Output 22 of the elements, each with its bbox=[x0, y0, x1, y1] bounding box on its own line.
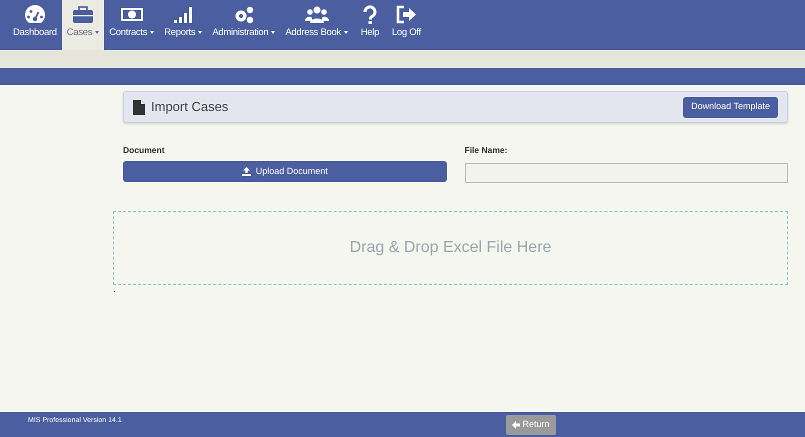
upload-document-button[interactable]: Upload Document bbox=[123, 161, 446, 182]
gauge-icon bbox=[22, 4, 47, 24]
nav-tab[interactable]: Help bbox=[352, 0, 387, 50]
upload-icon bbox=[242, 167, 251, 176]
field-label: File Name: bbox=[464, 145, 508, 155]
nav-tab[interactable]: Log Off bbox=[386, 0, 426, 50]
nav-tab[interactable]: Address Book bbox=[280, 0, 353, 50]
nav-tab[interactable]: Dashboard bbox=[8, 0, 62, 50]
nav-tab[interactable]: Cases bbox=[62, 0, 104, 50]
file-name-field[interactable] bbox=[464, 163, 788, 183]
field-label: Document bbox=[123, 145, 165, 155]
sign-out-icon bbox=[394, 4, 418, 24]
nav-tab[interactable]: Reports bbox=[159, 0, 208, 50]
document-icon bbox=[133, 100, 145, 114]
download-template-button[interactable]: Download Template bbox=[683, 96, 778, 118]
stray-mark: . bbox=[113, 284, 116, 294]
nav-tab[interactable]: Administration bbox=[207, 0, 280, 50]
briefcase-icon bbox=[71, 4, 95, 24]
people-icon bbox=[304, 4, 329, 24]
nav-tab[interactable]: Contracts bbox=[104, 0, 160, 50]
panel-title: Import Cases bbox=[151, 98, 228, 116]
arrow-left-icon bbox=[512, 420, 520, 429]
